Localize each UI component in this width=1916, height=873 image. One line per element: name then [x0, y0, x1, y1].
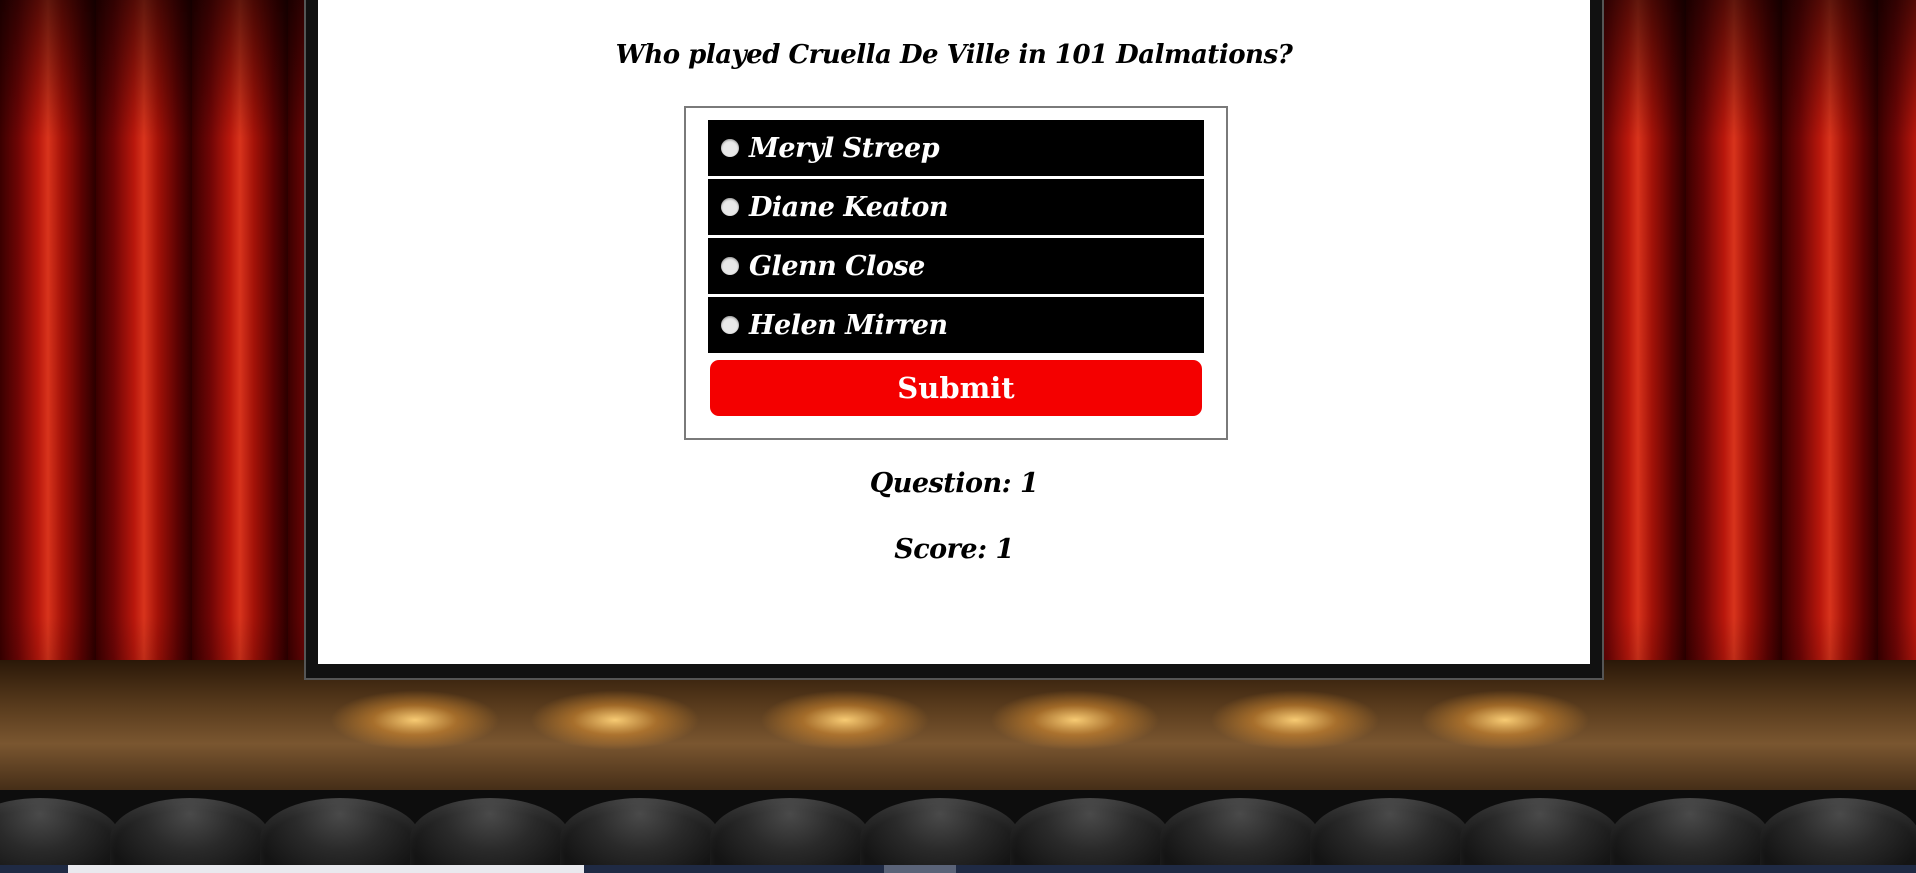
radio-button-icon[interactable]: [721, 316, 739, 334]
answer-form: Meryl Streep Diane Keaton Glenn Close He…: [684, 106, 1228, 440]
stage-light: [1420, 690, 1590, 750]
theater-scene: Who played Cruella De Ville in 101 Dalma…: [0, 0, 1916, 873]
seat: [560, 798, 720, 865]
bottom-bar-segment: [68, 865, 584, 873]
stage-light: [330, 690, 500, 750]
answer-option[interactable]: Helen Mirren: [708, 297, 1204, 353]
bottom-bar: [0, 865, 1916, 873]
bottom-bar-segment: [884, 865, 956, 873]
submit-button[interactable]: Submit: [710, 360, 1202, 416]
left-curtain: [0, 0, 310, 770]
seat: [110, 798, 270, 865]
seat: [710, 798, 870, 865]
answer-option[interactable]: Diane Keaton: [708, 179, 1204, 235]
seat: [260, 798, 420, 865]
answer-label: Glenn Close: [749, 250, 925, 282]
stage-floor: [0, 660, 1916, 800]
stage-light: [530, 690, 700, 750]
stage-light: [990, 690, 1160, 750]
seat: [1010, 798, 1170, 865]
stage-light: [1210, 690, 1380, 750]
seat: [860, 798, 1020, 865]
answer-option[interactable]: Meryl Streep: [708, 120, 1204, 176]
radio-button-icon[interactable]: [721, 257, 739, 275]
seat: [410, 798, 570, 865]
radio-button-icon[interactable]: [721, 139, 739, 157]
answer-label: Helen Mirren: [749, 309, 948, 341]
quiz-screen: Who played Cruella De Ville in 101 Dalma…: [318, 0, 1590, 664]
answer-label: Diane Keaton: [749, 191, 949, 223]
seat: [1310, 798, 1470, 865]
seat: [1160, 798, 1320, 865]
answer-option[interactable]: Glenn Close: [708, 238, 1204, 294]
answer-label: Meryl Streep: [749, 132, 940, 164]
question-text: Who played Cruella De Ville in 101 Dalma…: [615, 40, 1293, 70]
audience-seats: [0, 790, 1916, 865]
seat: [0, 798, 120, 865]
score-display: Score: 1: [894, 534, 1014, 565]
right-curtain: [1590, 0, 1916, 770]
seat: [1610, 798, 1770, 865]
question-counter: Question: 1: [869, 468, 1039, 499]
radio-button-icon[interactable]: [721, 198, 739, 216]
seat: [1460, 798, 1620, 865]
stage-light: [760, 690, 930, 750]
seat: [1760, 798, 1916, 865]
